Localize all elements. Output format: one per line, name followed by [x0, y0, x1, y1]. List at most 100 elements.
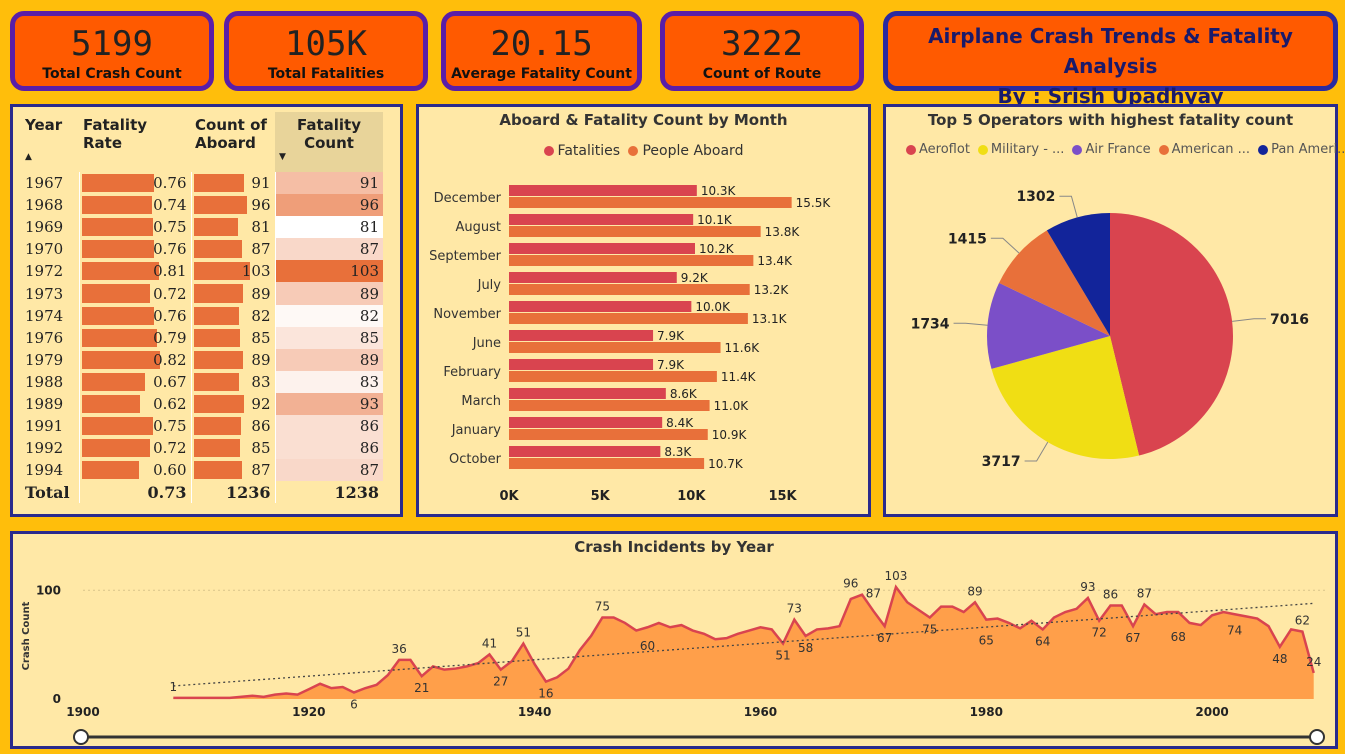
yearly-chart-panel: Crash Incidents by Year Crash Count 0 100 1… [10, 531, 1338, 749]
bar-value-label: 9.2K [681, 271, 709, 285]
pie-slice-label: 3717 [982, 454, 1021, 470]
cell-fatality-rate: 0.72 [79, 282, 192, 305]
header-fatality-rate[interactable]: Fatality Rate [79, 112, 191, 172]
bar-aboard [509, 458, 705, 469]
cell-fatality-rate: 0.60 [79, 459, 192, 482]
data-label: 51 [516, 626, 531, 640]
kpi-label: Total Crash Count [42, 66, 182, 82]
aboard-value: 87 [251, 461, 271, 480]
month-label: March [461, 394, 501, 409]
pie-leader-line [1059, 195, 1078, 218]
cell-year: 1992 [21, 437, 80, 460]
y-tick-label: 100 [36, 583, 61, 597]
total-rate: 0.73 [79, 481, 192, 504]
rate-value: 0.76 [153, 174, 187, 193]
cell-year: 1979 [21, 348, 80, 371]
data-label: 87 [866, 586, 881, 600]
pie-leader-line [990, 237, 1020, 254]
cell-count-aboard: 96 [191, 194, 276, 217]
aboard-value: 89 [251, 350, 271, 369]
kpi-value: 105K [285, 24, 367, 64]
cell-fatality-rate: 0.67 [79, 370, 192, 393]
cell-fatality-count: 87 [275, 459, 383, 482]
sort-asc-icon: ▲ [25, 152, 32, 162]
rate-value: 0.79 [153, 328, 187, 347]
bar-aboard [509, 429, 708, 440]
data-label: 96 [843, 577, 858, 591]
table-row[interactable]: 1979 0.82 89 89 [21, 348, 383, 371]
bar-value-label: 10.2K [699, 242, 735, 256]
table-row[interactable]: 1968 0.74 96 96 [21, 194, 383, 217]
cell-fatality-rate: 0.76 [79, 172, 192, 195]
header-count-aboard[interactable]: Count of Aboard [191, 112, 275, 172]
bar-value-label: 8.6K [670, 387, 698, 401]
cell-year: 1969 [21, 216, 80, 239]
cell-fatality-rate: 0.75 [79, 415, 192, 438]
data-label: 74 [1227, 624, 1242, 638]
header-fatality-count[interactable]: Fatality Count ▼ [275, 112, 383, 172]
header-year[interactable]: Year ▲ [21, 112, 79, 172]
x-tick-label: 1920 [292, 705, 325, 719]
x-tick-label: 5K [591, 489, 611, 504]
rate-value: 0.62 [153, 394, 187, 413]
table-row[interactable]: 1967 0.76 91 91 [21, 172, 383, 195]
table-row[interactable]: 1991 0.75 86 86 [21, 415, 383, 438]
cell-count-aboard: 85 [191, 326, 276, 349]
x-tick-label: 0K [499, 489, 519, 504]
table-row[interactable]: 1970 0.76 87 87 [21, 238, 383, 261]
range-slider-handle-start[interactable] [73, 729, 89, 745]
y-tick-label: 0 [53, 692, 61, 706]
kpi-total-fatalities: 105K Total Fatalities [224, 11, 428, 91]
bar-fatalities [509, 272, 677, 283]
aboard-value: 85 [251, 439, 271, 458]
rate-value: 0.81 [153, 262, 187, 281]
kpi-value: 3222 [721, 24, 803, 64]
cell-fatality-count: 93 [275, 392, 383, 416]
table-row[interactable]: 1974 0.76 82 82 [21, 304, 383, 327]
data-label: 36 [392, 642, 407, 656]
table-row[interactable]: 1972 0.81 103 103 [21, 260, 383, 283]
rate-value: 0.76 [153, 306, 187, 325]
cell-fatality-rate: 0.74 [79, 194, 192, 217]
rate-value: 0.74 [153, 196, 187, 215]
bar-fatalities [509, 185, 697, 196]
table-row[interactable]: 1989 0.62 92 93 [21, 392, 383, 416]
kpi-total-crash: 5199 Total Crash Count [10, 11, 214, 91]
data-label: 51 [775, 649, 790, 663]
bar-fatalities [509, 243, 695, 254]
data-label: 103 [884, 569, 907, 583]
pie-leader-line [1232, 318, 1266, 322]
cell-fatality-rate: 0.76 [79, 238, 192, 261]
cell-year: 1974 [21, 304, 80, 327]
bar-value-label: 10.3K [701, 184, 737, 198]
bar-value-label: 11.4K [721, 370, 757, 384]
cell-fatality-rate: 0.81 [79, 260, 192, 283]
aboard-value: 82 [251, 306, 271, 325]
operator-pie-chart: 7016 3717 1734 1415 1302 [911, 189, 1309, 470]
data-label: 1 [170, 680, 178, 694]
rate-value: 0.75 [153, 417, 187, 436]
table-row[interactable]: 1976 0.79 85 85 [21, 326, 383, 349]
table-row[interactable]: 1992 0.72 85 86 [21, 437, 383, 460]
rate-value: 0.82 [153, 350, 187, 369]
table-row[interactable]: 1994 0.60 87 87 [21, 459, 383, 482]
table-row[interactable]: 1969 0.75 81 81 [21, 216, 383, 239]
table-row[interactable]: 1973 0.72 89 89 [21, 282, 383, 305]
aboard-value: 81 [251, 218, 271, 237]
month-label: November [433, 307, 501, 322]
table-row[interactable]: 1988 0.67 83 83 [21, 370, 383, 393]
cell-count-aboard: 83 [191, 370, 276, 393]
month-label: September [429, 249, 502, 264]
data-label: 64 [1035, 634, 1050, 648]
data-label: 16 [538, 687, 553, 701]
kpi-count-route: 3222 Count of Route [660, 11, 864, 91]
header-fat-label: Fatality Count [296, 116, 361, 152]
header-rate-label: Fatality Rate [83, 116, 148, 152]
aboard-value: 85 [251, 328, 271, 347]
month-label: February [443, 365, 501, 380]
x-tick-label: 10K [677, 489, 706, 504]
range-slider-handle-end[interactable] [1309, 729, 1325, 745]
x-tick-label: 1900 [66, 705, 99, 719]
bar-fatalities [509, 417, 663, 428]
bar-value-label: 8.3K [664, 445, 692, 459]
